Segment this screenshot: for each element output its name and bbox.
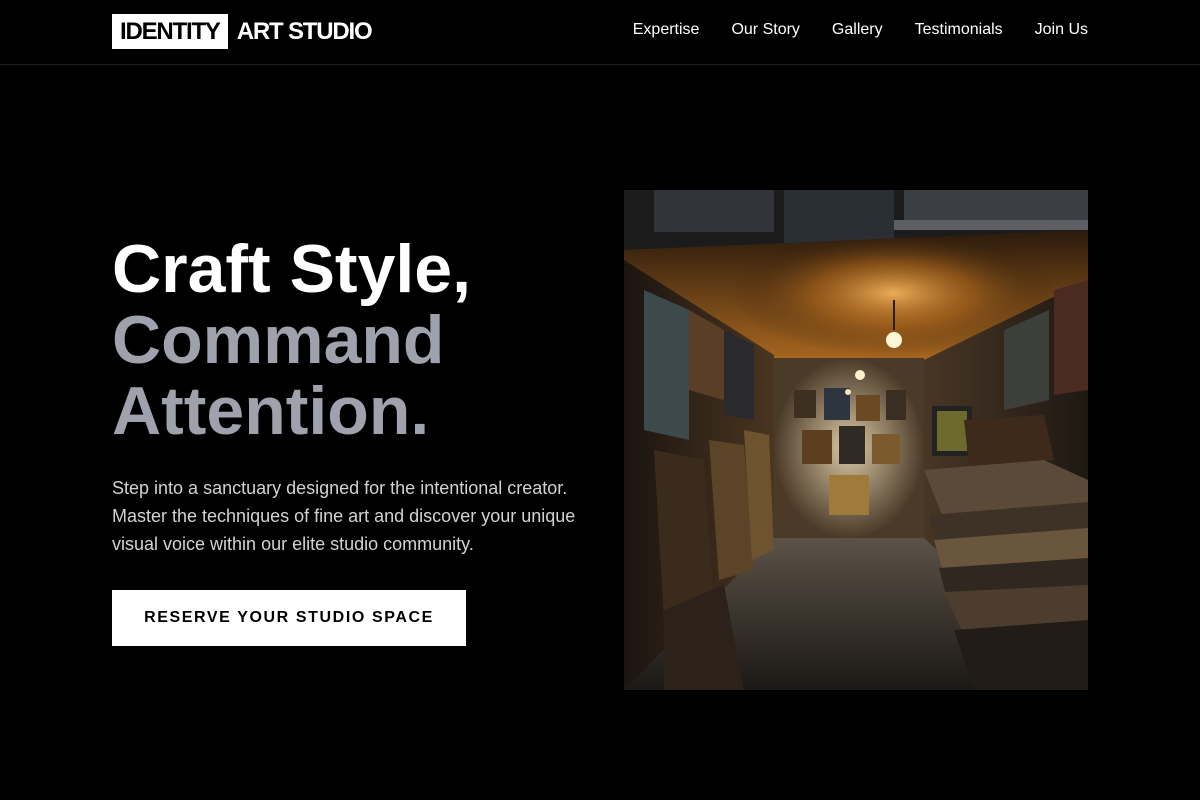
hero-headline: Craft Style, Command Attention. <box>112 234 582 447</box>
main-nav: Expertise Our Story Gallery Testimonials… <box>633 20 1088 40</box>
art-studio-photo <box>624 190 1088 690</box>
nav-link-our-story[interactable]: Our Story <box>731 20 799 40</box>
hero-description: Step into a sanctuary designed for the i… <box>112 478 576 554</box>
nav-link-expertise[interactable]: Expertise <box>633 20 700 40</box>
headline-line-1: Craft Style, <box>112 231 471 307</box>
site-header: IDENTITY ART STUDIO Expertise Our Story … <box>0 0 1200 65</box>
logo-text: ART STUDIO <box>236 17 373 45</box>
nav-link-join-us[interactable]: Join Us <box>1035 20 1088 40</box>
nav-link-gallery[interactable]: Gallery <box>832 20 883 40</box>
headline-line-2: Command <box>112 302 445 378</box>
logo-box-text: IDENTITY <box>112 14 228 49</box>
nav-link-testimonials[interactable]: Testimonials <box>915 20 1003 40</box>
logo[interactable]: IDENTITY ART STUDIO <box>112 14 373 49</box>
reserve-studio-button[interactable]: RESERVE YOUR STUDIO SPACE <box>112 590 466 646</box>
headline-line-3: Attention. <box>112 373 430 449</box>
